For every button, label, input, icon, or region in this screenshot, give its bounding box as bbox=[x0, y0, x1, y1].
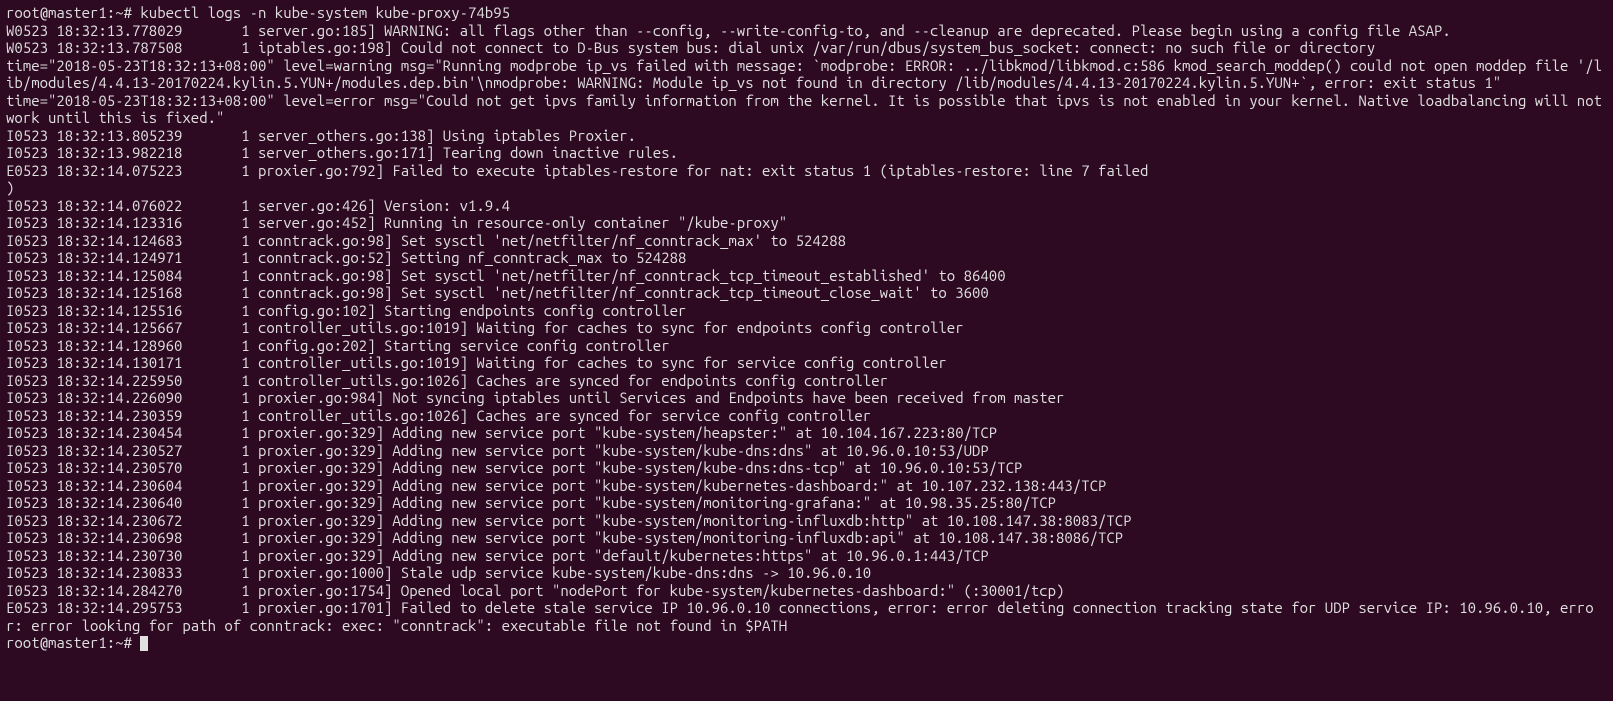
log-line: I0523 18:32:14.226090 1 proxier.go:984] … bbox=[6, 389, 1064, 406]
log-line: I0523 18:32:14.124683 1 conntrack.go:98]… bbox=[6, 232, 846, 249]
log-line: E0523 18:32:14.295753 1 proxier.go:1701]… bbox=[6, 599, 1594, 634]
log-line: I0523 18:32:14.230672 1 proxier.go:329] … bbox=[6, 512, 1132, 529]
cursor-block bbox=[140, 636, 148, 651]
log-line: I0523 18:32:14.230640 1 proxier.go:329] … bbox=[6, 494, 1056, 511]
terminal-window[interactable]: root@master1:~# kubectl logs -n kube-sys… bbox=[0, 0, 1613, 656]
log-line: I0523 18:32:14.284270 1 proxier.go:1754]… bbox=[6, 582, 1064, 599]
log-line: I0523 18:32:14.230730 1 proxier.go:329] … bbox=[6, 547, 989, 564]
log-line: I0523 18:32:14.230359 1 controller_utils… bbox=[6, 407, 871, 424]
log-line: W0523 18:32:13.787508 1 iptables.go:198]… bbox=[6, 39, 1375, 56]
log-line: I0523 18:32:14.125516 1 config.go:102] S… bbox=[6, 302, 686, 319]
log-line: time="2018-05-23T18:32:13+08:00" level=w… bbox=[6, 57, 1602, 92]
log-line: I0523 18:32:13.805239 1 server_others.go… bbox=[6, 127, 636, 144]
shell-prompt: root@master1:~# bbox=[6, 4, 140, 21]
log-line: I0523 18:32:14.230698 1 proxier.go:329] … bbox=[6, 529, 1123, 546]
log-line: I0523 18:32:14.230833 1 proxier.go:1000]… bbox=[6, 564, 871, 581]
log-line: I0523 18:32:14.076022 1 server.go:426] V… bbox=[6, 197, 510, 214]
log-line: time="2018-05-23T18:32:13+08:00" level=e… bbox=[6, 92, 1610, 127]
log-line: I0523 18:32:14.130171 1 controller_utils… bbox=[6, 354, 947, 371]
log-line: I0523 18:32:14.230454 1 proxier.go:329] … bbox=[6, 424, 997, 441]
log-line: I0523 18:32:14.230604 1 proxier.go:329] … bbox=[6, 477, 1106, 494]
log-line: W0523 18:32:13.778029 1 server.go:185] W… bbox=[6, 22, 1451, 39]
log-line: I0523 18:32:14.230527 1 proxier.go:329] … bbox=[6, 442, 989, 459]
log-line: I0523 18:32:14.125084 1 conntrack.go:98]… bbox=[6, 267, 1006, 284]
log-line: I0523 18:32:14.230570 1 proxier.go:329] … bbox=[6, 459, 1022, 476]
log-line: I0523 18:32:14.124971 1 conntrack.go:52]… bbox=[6, 249, 686, 266]
shell-prompt: root@master1:~# bbox=[6, 634, 140, 651]
log-line: E0523 18:32:14.075223 1 proxier.go:792] … bbox=[6, 162, 1148, 179]
log-line: I0523 18:32:14.125168 1 conntrack.go:98]… bbox=[6, 284, 989, 301]
log-line: I0523 18:32:14.125667 1 controller_utils… bbox=[6, 319, 964, 336]
log-line: I0523 18:32:14.128960 1 config.go:202] S… bbox=[6, 337, 670, 354]
log-line: I0523 18:32:14.123316 1 server.go:452] R… bbox=[6, 214, 787, 231]
log-line: I0523 18:32:13.982218 1 server_others.go… bbox=[6, 144, 678, 161]
log-line: ) bbox=[6, 179, 14, 196]
log-line: I0523 18:32:14.225950 1 controller_utils… bbox=[6, 372, 888, 389]
typed-command: kubectl logs -n kube-system kube-proxy-7… bbox=[140, 4, 510, 21]
